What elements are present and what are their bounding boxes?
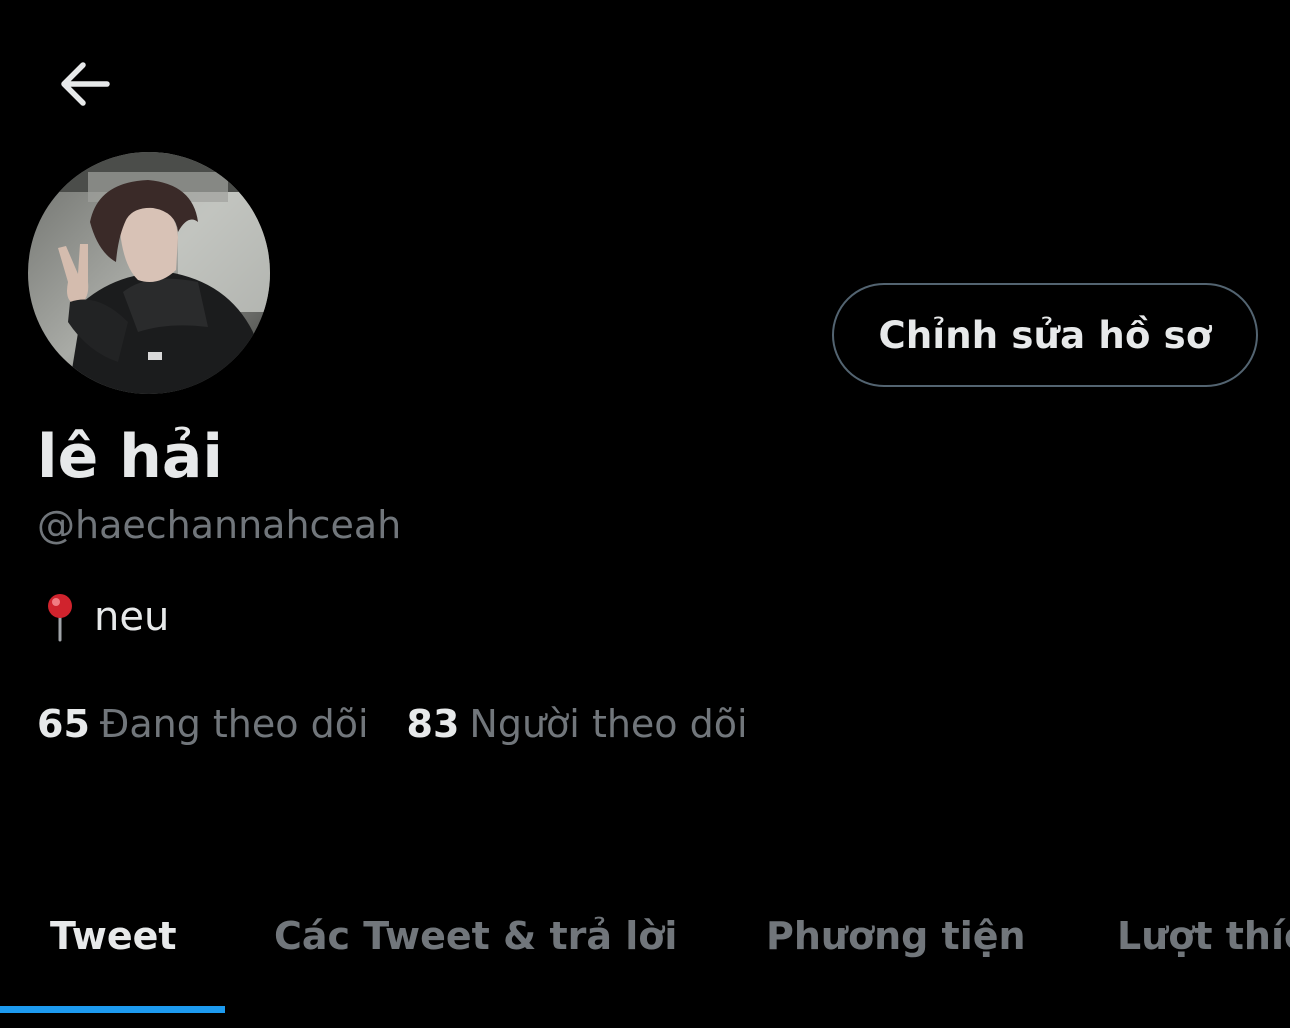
arrow-left-icon [61, 62, 110, 106]
following-stat[interactable]: 65 Đang theo dõi [37, 702, 369, 746]
active-tab-indicator [0, 1006, 225, 1013]
followers-stat[interactable]: 83 Người theo dõi [407, 702, 748, 746]
profile-tabs: Tweet Các Tweet & trả lời Phương tiện Lư… [0, 890, 1290, 1028]
followers-count: 83 [406, 702, 460, 746]
edit-profile-button[interactable]: Chỉnh sửa hồ sơ [832, 283, 1258, 387]
tab-tweets-and-replies[interactable]: Các Tweet & trả lời [274, 914, 677, 958]
bio: neu [38, 592, 169, 642]
following-label: Đang theo dõi [99, 702, 369, 746]
followers-label: Người theo dõi [469, 702, 748, 746]
avatar[interactable] [28, 152, 270, 394]
user-handle: @haechannahceah [37, 503, 402, 547]
avatar-image [28, 152, 270, 394]
profile-stats: 65 Đang theo dõi 83 Người theo dõi [37, 702, 786, 746]
following-count: 65 [37, 702, 90, 746]
bio-text: neu [94, 594, 170, 640]
round-pushpin-icon [48, 594, 72, 642]
tab-media[interactable]: Phương tiện [766, 914, 1026, 958]
display-name: lê hải [37, 422, 223, 492]
back-button[interactable] [52, 52, 116, 116]
tab-tweets[interactable]: Tweet [50, 914, 177, 958]
tab-likes[interactable]: Lượt thích [1117, 914, 1290, 958]
